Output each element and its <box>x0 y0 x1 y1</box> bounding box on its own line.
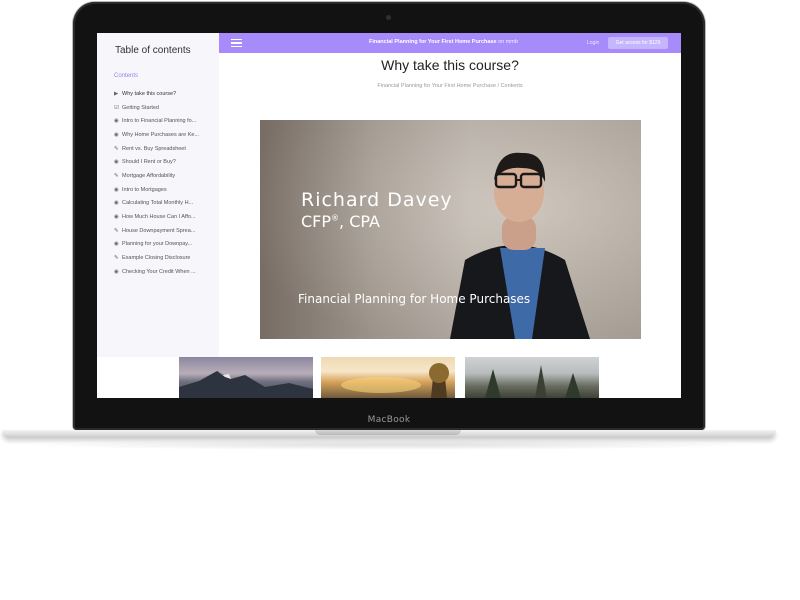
document-icon: ✎ <box>114 145 119 152</box>
toc-item[interactable]: ◉ Planning for your Downpay... <box>114 238 214 252</box>
toc-item-label: How Much House Can I Affo... <box>122 214 196 221</box>
credential-cfp: CFP <box>301 212 332 231</box>
course-name: Financial Planning for Your First Home P… <box>369 39 518 45</box>
toc-item-label: Why Home Purchases are Ke... <box>122 131 200 138</box>
toc-item-label: Example Closing Disclosure <box>122 255 191 262</box>
presenter-name: Richard Davey <box>301 189 453 211</box>
toc-item[interactable]: ◉ How Much House Can I Affo... <box>114 210 214 224</box>
toc-item[interactable]: ▶ Why take this course? <box>114 87 214 101</box>
laptop-shadow <box>20 440 760 450</box>
video-icon: ▶ <box>114 90 119 97</box>
toc-item[interactable]: ◉ Checking Your Credit When ... <box>114 265 214 279</box>
hamburger-menu-icon[interactable] <box>231 39 242 47</box>
toc-item-label: Mortgage Affordability <box>122 172 176 179</box>
thumbnail-row <box>97 357 681 398</box>
page-title: Why take this course? <box>381 57 519 73</box>
laptop-screen: Table of contents Contents ▶ Why take thi… <box>97 33 681 398</box>
toc-item-label: Rent vs. Buy Spreadsheet <box>122 145 186 152</box>
video-icon: ◉ <box>114 186 119 193</box>
video-player[interactable]: Richard Davey CFP®, CPA Financial Planni… <box>260 120 641 339</box>
toc-item-label: Calculating Total Monthly H... <box>122 200 194 207</box>
device-brand-label: MacBook <box>367 415 411 425</box>
get-access-button[interactable]: Get access for $129 <box>608 37 668 49</box>
video-icon: ◉ <box>114 131 119 138</box>
toc-item[interactable]: ◉ Should I Rent or Buy? <box>114 155 214 169</box>
laptop-base-notch <box>315 430 461 435</box>
toc-item-label: Should I Rent or Buy? <box>122 159 176 166</box>
document-icon: ✎ <box>114 172 119 179</box>
toc-section-label: Contents <box>114 73 139 79</box>
video-icon: ◉ <box>114 200 119 207</box>
document-icon: ✎ <box>114 227 119 234</box>
toc-item[interactable]: ◉ Calculating Total Monthly H... <box>114 197 214 211</box>
toc-item-label: House Downpayment Sprea... <box>122 227 196 234</box>
toc-item-label: Checking Your Credit When ... <box>122 268 196 275</box>
video-icon: ◉ <box>114 214 119 221</box>
video-icon: ◉ <box>114 118 119 125</box>
toc-item[interactable]: ☑ Getting Started <box>114 101 214 115</box>
video-icon: ◉ <box>114 241 119 248</box>
thumbnail-mountains[interactable] <box>179 357 313 398</box>
toc-item[interactable]: ✎ Rent vs. Buy Spreadsheet <box>114 142 214 156</box>
presenter-credentials: CFP®, CPA <box>301 212 380 231</box>
login-link[interactable]: Login <box>587 40 599 46</box>
document-icon: ✎ <box>114 255 119 262</box>
toc-item[interactable]: ✎ Mortgage Affordability <box>114 169 214 183</box>
toc-item[interactable]: ◉ Intro to Financial Planning fo... <box>114 114 214 128</box>
registered-mark: ® <box>331 213 340 223</box>
course-title: Financial Planning for Your First Home P… <box>369 39 497 45</box>
video-icon: ◉ <box>114 268 119 275</box>
video-caption: Financial Planning for Home Purchases <box>298 292 531 306</box>
brand-label: on mmb <box>498 39 518 45</box>
top-bar: Financial Planning for Your First Home P… <box>219 33 681 53</box>
credential-suffix: , CPA <box>339 212 380 231</box>
toc-item-label: Getting Started <box>122 104 159 111</box>
main-content: Why take this course? Financial Planning… <box>219 53 681 357</box>
toc-item-label: Intro to Mortgages <box>122 186 167 193</box>
video-icon: ◉ <box>114 159 119 166</box>
checklist-icon: ☑ <box>114 104 119 111</box>
toc-list: ▶ Why take this course? ☑ Getting Started ◉ I… <box>114 87 214 279</box>
thumbnail-sunset[interactable] <box>321 357 455 398</box>
toc-item-label: Why take this course? <box>122 90 177 97</box>
toc-title: Table of contents <box>115 45 191 56</box>
toc-item[interactable]: ✎ Example Closing Disclosure <box>114 251 214 265</box>
thumbnail-forest[interactable] <box>465 357 599 398</box>
webcam-icon <box>386 15 391 20</box>
toc-item-label: Planning for your Downpay... <box>122 241 193 248</box>
toc-item-label: Intro to Financial Planning fo... <box>122 118 197 125</box>
breadcrumb[interactable]: Financial Planning for Your First Home P… <box>219 83 681 89</box>
toc-item[interactable]: ◉ Why Home Purchases are Ke... <box>114 128 214 142</box>
toc-item[interactable]: ◉ Intro to Mortgages <box>114 183 214 197</box>
toc-item[interactable]: ✎ House Downpayment Sprea... <box>114 224 214 238</box>
table-of-contents-sidebar: Table of contents Contents ▶ Why take thi… <box>97 33 219 357</box>
